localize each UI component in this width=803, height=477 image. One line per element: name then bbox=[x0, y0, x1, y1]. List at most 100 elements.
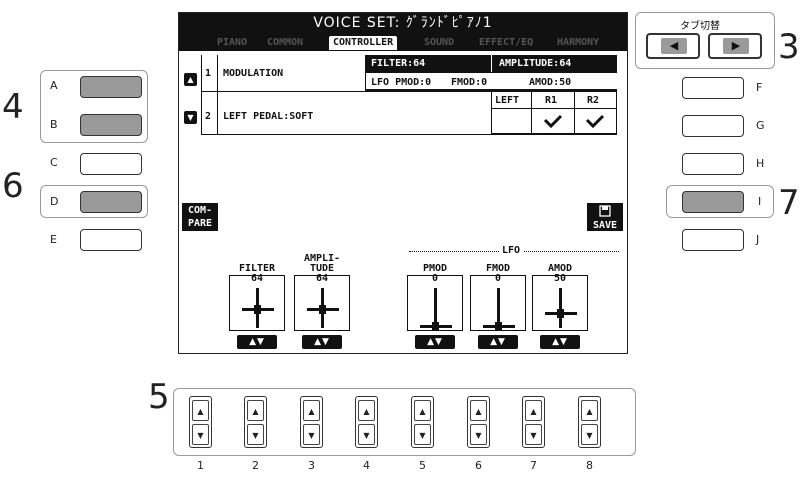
button-b-label: B bbox=[50, 118, 58, 131]
down-arrow-icon[interactable]: ▼ bbox=[414, 424, 431, 445]
scroll-up-icon[interactable]: ▲ bbox=[184, 73, 197, 86]
right-arrow-icon: ▶ bbox=[723, 38, 749, 54]
up-arrow-icon[interactable]: ▲ bbox=[303, 400, 320, 421]
check-icon bbox=[543, 114, 563, 129]
slider-updown-button[interactable]: ▲▼ bbox=[237, 335, 277, 349]
button-g-label: G bbox=[756, 119, 765, 132]
row-divider bbox=[201, 55, 202, 91]
bottom-button-2[interactable]: ▲ ▼ bbox=[244, 396, 267, 448]
bottom-button-number: 3 bbox=[308, 459, 315, 472]
button-j-label: J bbox=[756, 233, 760, 246]
slider-value: 0 bbox=[431, 273, 439, 284]
down-arrow-icon[interactable]: ▼ bbox=[581, 424, 598, 445]
slider-knob-grip bbox=[557, 308, 564, 318]
up-arrow-icon[interactable]: ▲ bbox=[192, 400, 209, 421]
slider-fmod[interactable]: FMOD 0 bbox=[470, 264, 526, 331]
slider-pmod[interactable]: PMOD 0 bbox=[407, 264, 463, 331]
button-a-label: A bbox=[50, 79, 58, 92]
bottom-button-4[interactable]: ▲ ▼ bbox=[355, 396, 378, 448]
tab-left-button[interactable]: ◀ bbox=[646, 33, 700, 59]
row2-col-r2: R2 bbox=[587, 95, 600, 106]
down-arrow-icon[interactable]: ▼ bbox=[525, 424, 542, 445]
tab-right-button[interactable]: ▶ bbox=[708, 33, 762, 59]
slider-filter[interactable]: FILTER 64 bbox=[229, 264, 285, 331]
slider-updown-button[interactable]: ▲▼ bbox=[415, 335, 455, 349]
bottom-button-7[interactable]: ▲ ▼ bbox=[522, 396, 545, 448]
up-arrow-icon[interactable]: ▲ bbox=[414, 400, 431, 421]
row-divider bbox=[217, 55, 218, 91]
r2-check[interactable] bbox=[581, 112, 609, 130]
down-arrow-icon[interactable]: ▼ bbox=[470, 424, 487, 445]
tab-effect-eq[interactable]: EFFECT/EQ bbox=[479, 36, 533, 50]
down-arrow-icon[interactable]: ▼ bbox=[247, 424, 264, 445]
tab-switch-label: タブ切替 bbox=[680, 21, 720, 32]
button-d[interactable] bbox=[80, 191, 142, 213]
down-arrow-icon[interactable]: ▼ bbox=[192, 424, 209, 445]
row-divider bbox=[201, 91, 617, 92]
lcd-screen: VOICE SET: ｸﾞﾗﾝﾄﾞﾋﾟｱﾉ1 PIANO COMMON CONT… bbox=[178, 12, 628, 354]
row1-amplitude: AMPLITUDE:64 bbox=[499, 58, 572, 69]
compare-button[interactable]: COM- PARE bbox=[182, 203, 218, 231]
row-divider bbox=[365, 72, 617, 73]
button-a[interactable] bbox=[80, 76, 142, 98]
slider-updown-button[interactable]: ▲▼ bbox=[302, 335, 342, 349]
row2-name[interactable]: LEFT PEDAL:SOFT bbox=[223, 111, 313, 122]
button-i[interactable] bbox=[682, 191, 744, 213]
bottom-button-1[interactable]: ▲ ▼ bbox=[189, 396, 212, 448]
slider-amod[interactable]: AMOD 50 bbox=[532, 264, 588, 331]
bottom-button-3[interactable]: ▲ ▼ bbox=[300, 396, 323, 448]
scroll-down-icon[interactable]: ▼ bbox=[184, 111, 197, 124]
bottom-button-number: 8 bbox=[586, 459, 593, 472]
bottom-button-8[interactable]: ▲ ▼ bbox=[578, 396, 601, 448]
row-divider bbox=[574, 91, 575, 133]
up-arrow-icon[interactable]: ▲ bbox=[247, 400, 264, 421]
highlight-bottom bbox=[173, 388, 636, 456]
slider-knob-grip bbox=[319, 305, 326, 314]
button-d-label: D bbox=[50, 195, 59, 208]
tab-common[interactable]: COMMON bbox=[267, 36, 303, 50]
button-b[interactable] bbox=[80, 114, 142, 136]
slider-amplitude[interactable]: AMPLI- TUDE 64 bbox=[294, 254, 350, 331]
tab-bar: PIANO COMMON CONTROLLER SOUND EFFECT/EQ … bbox=[179, 34, 627, 51]
button-h-label: H bbox=[756, 157, 765, 170]
slider-value: 50 bbox=[553, 273, 567, 284]
slider-value: 64 bbox=[315, 273, 329, 284]
bottom-button-number: 7 bbox=[530, 459, 537, 472]
button-e[interactable] bbox=[80, 229, 142, 251]
tab-sound[interactable]: SOUND bbox=[424, 36, 454, 50]
tab-controller[interactable]: CONTROLLER bbox=[329, 36, 398, 50]
callout-3: 3 bbox=[778, 27, 800, 67]
tab-piano[interactable]: PIANO bbox=[217, 36, 247, 50]
callout-4: 4 bbox=[2, 87, 24, 127]
up-arrow-icon[interactable]: ▲ bbox=[525, 400, 542, 421]
save-button[interactable]: SAVE bbox=[587, 203, 623, 231]
down-arrow-icon[interactable]: ▼ bbox=[303, 424, 320, 445]
row1-name[interactable]: MODULATION bbox=[223, 68, 283, 79]
tab-harmony[interactable]: HARMONY bbox=[557, 36, 599, 50]
r1-check[interactable] bbox=[539, 112, 567, 130]
row-divider bbox=[201, 134, 491, 135]
button-f[interactable] bbox=[682, 77, 744, 99]
row-divider bbox=[491, 55, 492, 72]
row-divider bbox=[616, 91, 617, 133]
up-arrow-icon[interactable]: ▲ bbox=[470, 400, 487, 421]
row-divider bbox=[491, 133, 617, 135]
button-g[interactable] bbox=[682, 115, 744, 137]
bottom-button-6[interactable]: ▲ ▼ bbox=[467, 396, 490, 448]
row-divider bbox=[365, 55, 366, 91]
bottom-button-number: 4 bbox=[363, 459, 370, 472]
slider-updown-button[interactable]: ▲▼ bbox=[478, 335, 518, 349]
row-divider bbox=[491, 108, 617, 109]
row1-amod: AMOD:50 bbox=[529, 77, 572, 88]
button-h[interactable] bbox=[682, 153, 744, 175]
up-arrow-icon[interactable]: ▲ bbox=[358, 400, 375, 421]
slider-updown-button[interactable]: ▲▼ bbox=[540, 335, 580, 349]
button-c[interactable] bbox=[80, 153, 142, 175]
up-arrow-icon[interactable]: ▲ bbox=[581, 400, 598, 421]
row2-col-r1: R1 bbox=[545, 95, 558, 106]
bottom-button-5[interactable]: ▲ ▼ bbox=[411, 396, 434, 448]
screen-title: VOICE SET: ｸﾞﾗﾝﾄﾞﾋﾟｱﾉ1 bbox=[179, 13, 627, 34]
left-arrow-icon: ◀ bbox=[661, 38, 687, 54]
button-j[interactable] bbox=[682, 229, 744, 251]
down-arrow-icon[interactable]: ▼ bbox=[358, 424, 375, 445]
